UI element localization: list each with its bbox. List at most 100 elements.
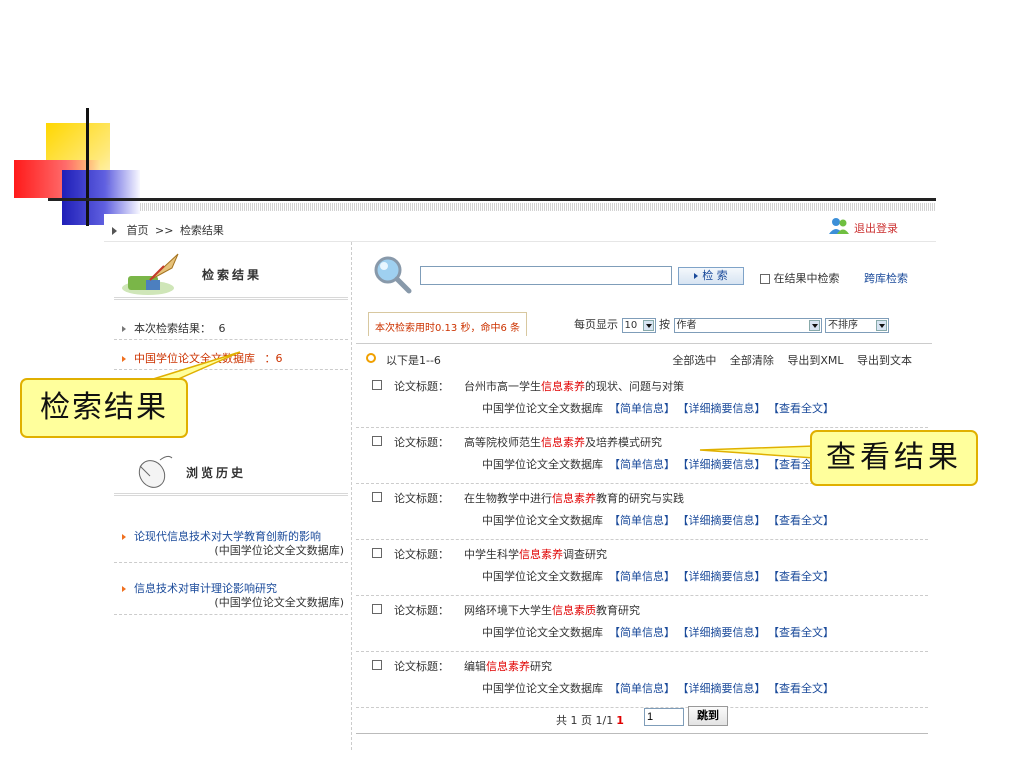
simple-info-link[interactable]: 【简单信息】 [609, 458, 675, 471]
result-label: 论文标题： [394, 492, 449, 505]
result-title-pre: 台州市高一学生 [464, 380, 541, 393]
result-title[interactable]: 编辑信息素养研究 [464, 658, 552, 674]
sidebar-item-total[interactable]: 本次检索结果： 6 [114, 318, 348, 340]
search-in-results-label: 在结果中检索 [773, 272, 840, 285]
result-title-pre: 高等院校师范生 [464, 436, 541, 449]
detailed-abstract-link[interactable]: 【详细摘要信息】 [683, 570, 766, 583]
history-link[interactable]: 信息技术对审计理论影响研究 [134, 582, 348, 596]
history-source: (中国学位论文全文数据库) [214, 596, 344, 609]
view-full-text-link[interactable]: 【查看全文】 [774, 402, 835, 415]
result-title-post: 及培养模式研究 [585, 436, 662, 449]
callout-search-results: 检索结果 [20, 378, 188, 438]
result-links: 中国学位论文全文数据库 【简单信息】 【详细摘要信息】 【查看全文】 [482, 456, 842, 472]
result-checkbox[interactable] [372, 436, 382, 446]
decor-horizontal-line [48, 198, 936, 201]
search-button[interactable]: 检 索 [678, 267, 744, 285]
result-database: 中国学位论文全文数据库 [482, 626, 603, 639]
detailed-abstract-link[interactable]: 【详细摘要信息】 [683, 626, 766, 639]
list-header: 以下是1--6 全部选中 全部清除 导出到XML 导出到文本 [356, 350, 932, 368]
search-button-label: 检 索 [702, 269, 728, 282]
result-links: 中国学位论文全文数据库 【简单信息】 【详细摘要信息】 【查看全文】 [482, 400, 842, 416]
pagination: 共 1 页 1/11 跳到 [356, 704, 928, 734]
result-title[interactable]: 网络环境下大学生信息素质教育研究 [464, 602, 640, 618]
result-database: 中国学位论文全文数据库 [482, 458, 603, 471]
simple-info-link[interactable]: 【简单信息】 [609, 570, 675, 583]
detailed-abstract-link[interactable]: 【详细摘要信息】 [683, 458, 766, 471]
simple-info-link[interactable]: 【简单信息】 [609, 402, 675, 415]
main-content: 检 索 在结果中检索 跨库检索 本次检索用时0.13 秒，命中6 条 每页显示 … [356, 242, 936, 750]
breadcrumb-home[interactable]: 首页 [127, 224, 149, 237]
clear-all-link[interactable]: 全部清除 [730, 354, 774, 367]
result-row: 论文标题： 中学生科学信息素养调查研究 中国学位论文全文数据库 【简单信息】 【详细摘要… [356, 542, 928, 596]
per-page-select[interactable]: 10 [621, 317, 656, 333]
top-bar: 首页 >> 检索结果 退出登录 [104, 214, 936, 242]
logout-link[interactable]: 退出登录 [854, 220, 898, 236]
sort-order-select[interactable]: 不排序 [825, 317, 889, 333]
search-in-results-checkbox[interactable] [760, 274, 770, 284]
result-links: 中国学位论文全文数据库 【简单信息】 【详细摘要信息】 【查看全文】 [482, 624, 842, 640]
sidebar-history-title: 浏览历史 [186, 466, 247, 480]
result-row: 论文标题： 台州市高一学生信息素养的现状、问题与对策 中国学位论文全文数据库 【简单信… [356, 374, 928, 428]
view-full-text-link[interactable]: 【查看全文】 [774, 570, 835, 583]
view-full-text-link[interactable]: 【查看全文】 [774, 682, 835, 695]
history-item[interactable]: 论现代信息技术对大学教育创新的影响 (中国学位论文全文数据库) [114, 530, 348, 563]
result-row: 论文标题： 在生物教学中进行信息素养教育的研究与实践 中国学位论文全文数据库 【简单信… [356, 486, 928, 540]
simple-info-link[interactable]: 【简单信息】 [609, 682, 675, 695]
result-links: 中国学位论文全文数据库 【简单信息】 【详细摘要信息】 【查看全文】 [482, 568, 842, 584]
search-in-results-option[interactable]: 在结果中检索 [760, 270, 840, 286]
detailed-abstract-link[interactable]: 【详细摘要信息】 [683, 402, 766, 415]
sort-field-select[interactable]: 作者 [673, 317, 822, 333]
result-checkbox[interactable] [372, 660, 382, 670]
export-text-link[interactable]: 导出到文本 [857, 354, 912, 367]
mouse-icon [138, 455, 173, 488]
result-toolbar: 本次检索用时0.13 秒，命中6 条 每页显示 10 按 作者 不排序 [356, 302, 932, 344]
result-range: 以下是1--6 [386, 354, 441, 367]
page-number-input[interactable] [644, 708, 684, 726]
detailed-abstract-link[interactable]: 【详细摘要信息】 [683, 514, 766, 527]
result-title[interactable]: 中学生科学信息素养调查研究 [464, 546, 607, 562]
result-checkbox[interactable] [372, 604, 382, 614]
result-title-highlight: 信息素质 [552, 604, 596, 617]
sidebar-item-database[interactable]: 中国学位论文全文数据库 ：6 [114, 348, 348, 370]
simple-info-link[interactable]: 【简单信息】 [609, 514, 675, 527]
result-title[interactable]: 高等院校师范生信息素养及培养模式研究 [464, 434, 662, 450]
callout-view-results: 查看结果 [810, 430, 978, 486]
per-page-value: 10 [624, 319, 638, 331]
sidebar-item-count: ：6 [264, 352, 283, 365]
result-title[interactable]: 台州市高一学生信息素养的现状、问题与对策 [464, 378, 684, 394]
result-row: 论文标题： 网络环境下大学生信息素质教育研究中国学位论文全文数据库 【简单信息】 【详… [356, 598, 928, 652]
cross-database-search-link[interactable]: 跨库检索 [864, 270, 908, 286]
simple-info-link[interactable]: 【简单信息】 [609, 626, 675, 639]
quill-icon [122, 253, 179, 295]
history-link[interactable]: 论现代信息技术对大学教育创新的影响 [134, 530, 348, 544]
search-timing-tab: 本次检索用时0.13 秒，命中6 条 [368, 312, 527, 336]
history-source: (中国学位论文全文数据库) [214, 544, 344, 557]
view-full-text-link[interactable]: 【查看全文】 [774, 626, 835, 639]
sidebar-item-label: 本次检索结果： [134, 322, 211, 335]
search-input[interactable] [420, 266, 672, 285]
sort-order-value: 不排序 [828, 319, 858, 331]
result-title-post: 调查研究 [563, 548, 607, 561]
jump-button[interactable]: 跳到 [688, 706, 728, 726]
result-checkbox[interactable] [372, 548, 382, 558]
export-xml-link[interactable]: 导出到XML [787, 354, 843, 367]
result-title[interactable]: 在生物教学中进行信息素养教育的研究与实践 [464, 490, 684, 506]
result-label: 论文标题： [394, 604, 449, 617]
magnifier-icon [374, 256, 412, 294]
breadcrumb-current: 检索结果 [179, 224, 224, 237]
result-title-pre: 中学生科学 [464, 548, 519, 561]
sort-field-value: 作者 [676, 319, 697, 331]
result-checkbox[interactable] [372, 492, 382, 502]
select-all-link[interactable]: 全部选中 [672, 354, 716, 367]
result-checkbox[interactable] [372, 380, 382, 390]
breadcrumb-separator: >> [155, 224, 174, 237]
result-label: 论文标题： [394, 436, 449, 449]
search-bar: 检 索 在结果中检索 跨库检索 [356, 242, 932, 294]
users-icon [829, 218, 849, 234]
result-title-pre: 在生物教学中进行 [464, 492, 552, 505]
view-full-text-link[interactable]: 【查看全文】 [774, 514, 835, 527]
current-page[interactable]: 1 [616, 714, 624, 727]
breadcrumb-arrow-icon [112, 227, 117, 235]
history-item[interactable]: 信息技术对审计理论影响研究 (中国学位论文全文数据库) [114, 582, 348, 615]
detailed-abstract-link[interactable]: 【详细摘要信息】 [683, 682, 766, 695]
